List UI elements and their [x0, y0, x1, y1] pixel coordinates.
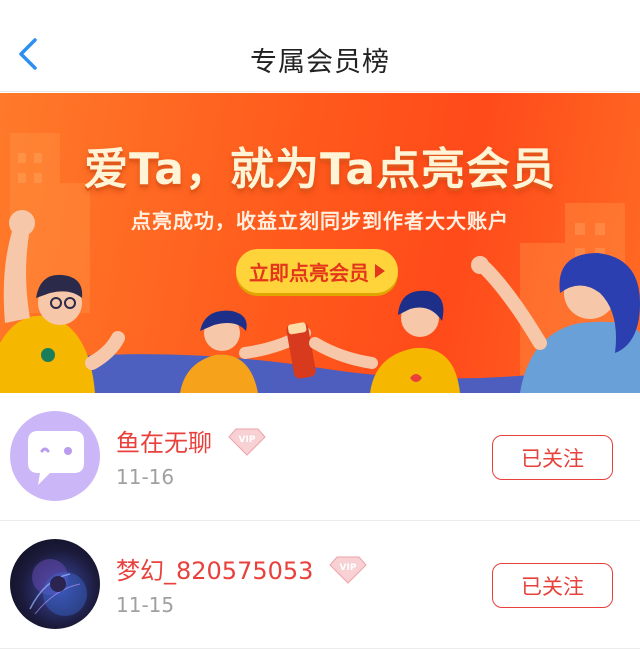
member-row: 梦幻_820575053 VIP 11-15 已关注 — [0, 521, 640, 649]
promo-banner[interactable]: 爱Ta，就为Ta点亮会员 点亮成功，收益立刻同步到作者大大账户 立即点亮会员 — [0, 93, 640, 393]
banner-subtitle: 点亮成功，收益立刻同步到作者大大账户 — [131, 209, 509, 233]
member-date: 11-16 — [116, 465, 175, 489]
page-title: 专属会员榜 — [250, 47, 390, 78]
vip-badge-text: VIP — [238, 435, 255, 445]
avatar[interactable] — [10, 411, 100, 501]
avatar[interactable] — [10, 539, 100, 629]
chat-bubble-icon — [28, 431, 84, 485]
cta-label: 立即点亮会员 — [249, 260, 369, 285]
vip-badge-text: VIP — [340, 563, 357, 573]
play-arrow-icon — [375, 264, 385, 278]
followed-button[interactable]: 已关注 — [492, 563, 613, 608]
photo-avatar-icon — [29, 559, 87, 616]
member-name-text: 梦幻_820575053 — [116, 557, 314, 585]
followed-button[interactable]: 已关注 — [492, 435, 613, 480]
member-name[interactable]: 梦幻_820575053 VIP — [116, 551, 367, 586]
light-up-membership-button[interactable]: 立即点亮会员 — [236, 249, 398, 293]
member-date: 11-15 — [116, 593, 175, 617]
vip-diamond-icon: VIP — [227, 428, 266, 456]
banner-headline: 爱Ta，就为Ta点亮会员 — [83, 144, 557, 195]
member-row: 鱼在无聊 VIP 11-16 已关注 — [0, 393, 640, 521]
top-navigation-bar: 专属会员榜 — [0, 0, 640, 92]
member-name-text: 鱼在无聊 — [116, 429, 212, 457]
member-name[interactable]: 鱼在无聊 VIP — [116, 423, 266, 458]
vip-diamond-icon: VIP — [329, 556, 367, 584]
